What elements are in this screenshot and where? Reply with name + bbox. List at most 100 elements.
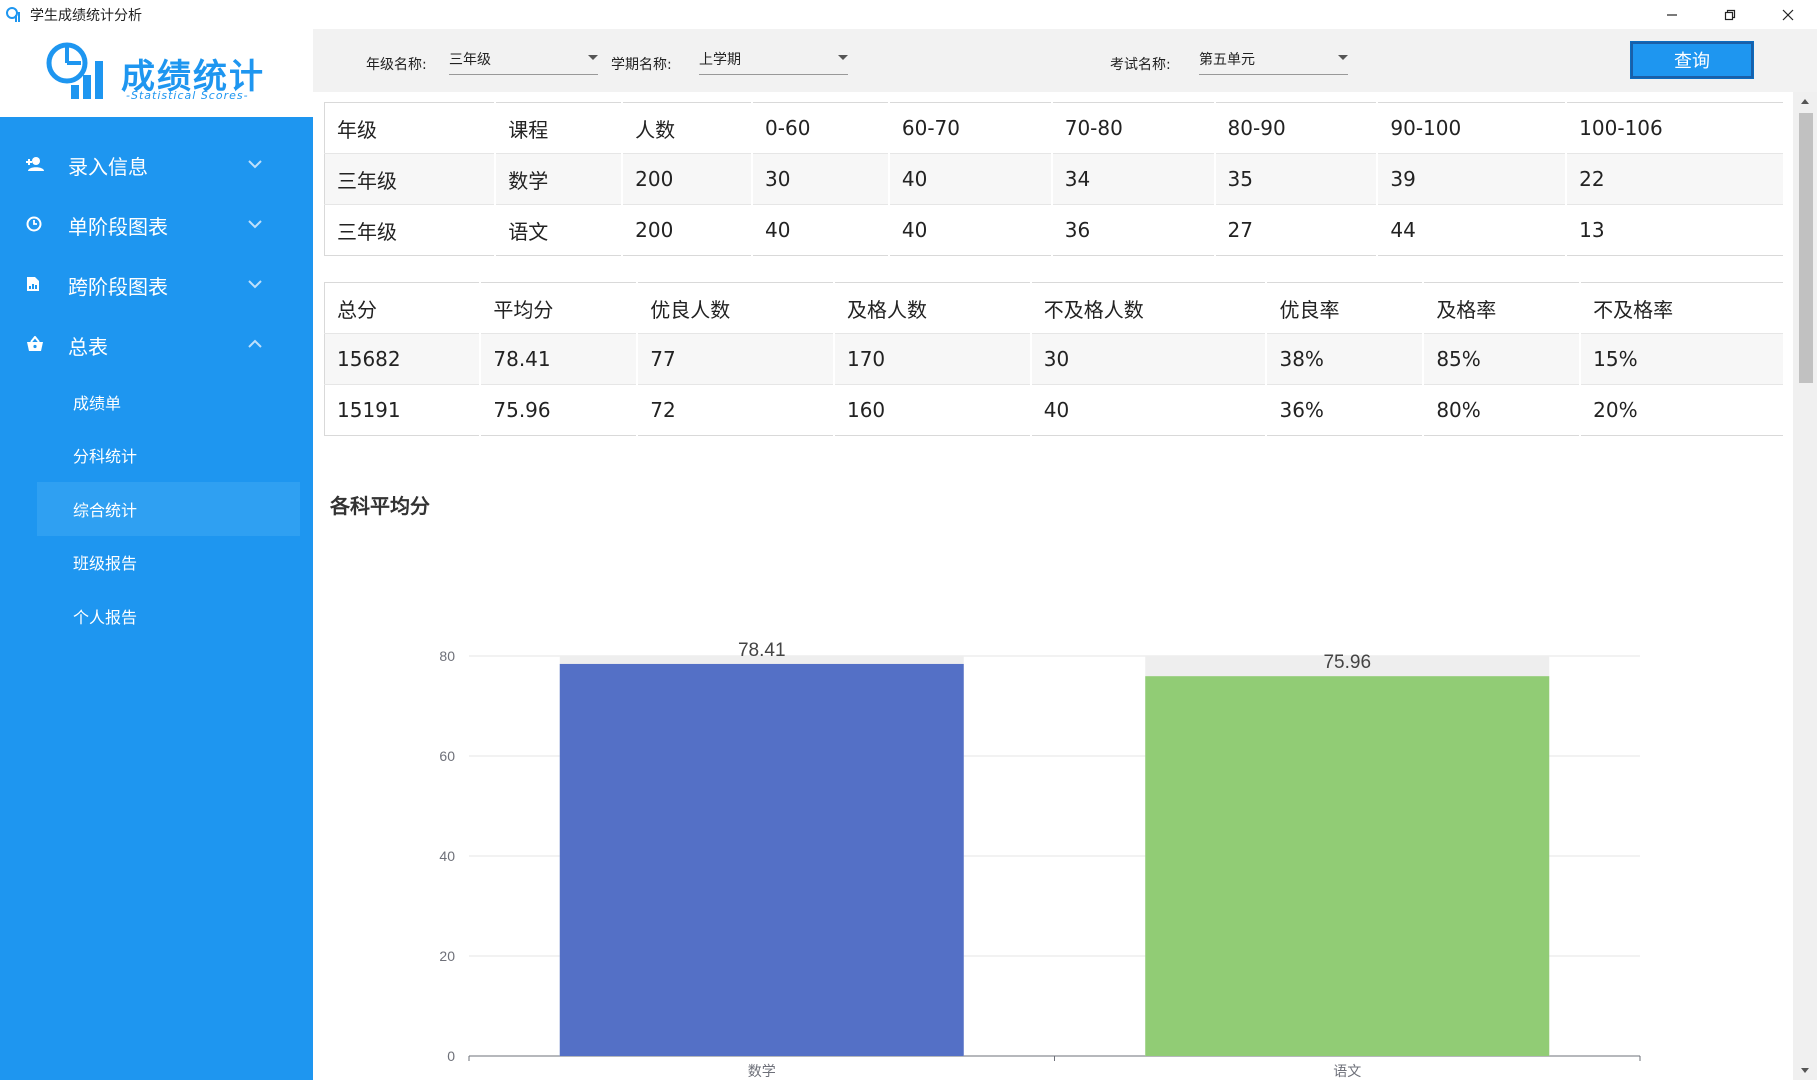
table-cell: 40 [888,153,1053,205]
bar [559,663,964,1056]
table-header-cell: 总分 [324,282,482,334]
minimize-button[interactable] [1643,0,1701,29]
table-cell: 38% [1266,333,1425,385]
restore-button[interactable] [1701,0,1759,29]
chevron-down-icon [248,220,262,229]
score-distribution-table: 年级 课程 人数 0-60 60-70 70-80 80-90 90-100 1… [324,102,1785,256]
file-chart-icon [27,277,39,291]
x-tick-label: 数学 [748,1064,776,1080]
table-cell: 77 [637,333,835,385]
table-cell: 数学 [495,153,624,205]
scroll-down-arrow-icon[interactable] [1801,1068,1809,1073]
bar-value-label: 78.41 [738,640,786,661]
table-cell: 80% [1423,384,1582,436]
sidebar-item-label: 单阶段图表 [68,214,168,239]
table-header-cell: 80-90 [1214,102,1379,154]
y-tick-label: 0 [447,1048,455,1064]
table-header-cell: 不及格率 [1580,282,1785,334]
vertical-scrollbar[interactable] [1793,92,1817,1080]
table-cell: 30 [752,153,890,205]
table-header-cell: 90-100 [1377,102,1568,154]
logo-chart-icon [46,42,103,99]
term-label: 学期名称: [611,57,672,73]
average-score-bar-chart: 0 20 40 60 80 78.41 数学 75.96 语文 [439,640,1641,1080]
table-row[interactable]: 15682 78.41 77 170 30 38% 85% 15% [324,333,1785,385]
table-header-cell: 0-60 [752,102,890,154]
term-select[interactable]: 上学期 [699,45,848,75]
table-cell: 75.96 [480,384,639,436]
app-icon [6,6,20,22]
dropdown-caret-icon [588,55,598,60]
table-row[interactable]: 三年级 数学 200 30 40 34 35 39 22 [324,153,1785,205]
chevron-up-icon [248,339,262,348]
table-cell: 三年级 [324,153,497,205]
table-cell: 40 [1030,384,1268,436]
window-title: 学生成绩统计分析 [30,7,142,24]
sidebar-item-single-stage-chart[interactable]: 单阶段图表 [0,195,313,255]
close-button[interactable] [1759,0,1817,29]
grade-select[interactable]: 三年级 [449,45,598,75]
table-header-cell: 优良人数 [637,282,835,334]
table-cell: 170 [833,333,1032,385]
sidebar-subitem-class-report[interactable]: 班级报告 [0,536,313,590]
table-cell: 44 [1377,204,1568,256]
table-cell: 27 [1214,204,1379,256]
summary-stats-table: 总分 平均分 优良人数 及格人数 不及格人数 优良率 及格率 不及格率 1568… [324,282,1785,436]
sidebar-item-label: 录入信息 [68,154,148,179]
table-row[interactable]: 三年级 语文 200 40 40 36 27 44 13 [324,204,1785,256]
table-cell: 72 [637,384,835,436]
table-cell: 15682 [324,333,482,385]
table-header-cell: 60-70 [888,102,1053,154]
logo-subtitle: -Statistical Scores- [126,89,249,102]
x-tick-label: 语文 [1333,1064,1361,1080]
scroll-up-arrow-icon[interactable] [1801,99,1809,104]
table-header-cell: 及格人数 [833,282,1032,334]
table-cell: 34 [1051,153,1216,205]
basket-icon [27,336,43,351]
table-header-cell: 100-106 [1566,102,1785,154]
sidebar-item-label: 跨阶段图表 [68,274,168,299]
sidebar-subitem-personal-report[interactable]: 个人报告 [0,589,313,643]
restore-icon [1724,9,1736,20]
table-cell: 200 [622,153,754,205]
scrollbar-thumb[interactable] [1799,113,1813,383]
main-content: 年级 课程 人数 0-60 60-70 70-80 80-90 90-100 1… [313,92,1793,1080]
clock-icon [26,216,42,232]
table-header-cell: 人数 [622,102,754,154]
close-icon [1782,9,1794,20]
exam-select[interactable]: 第五单元 [1199,45,1348,75]
grade-label: 年级名称: [366,57,427,73]
table-cell: 78.41 [480,333,639,385]
table-cell: 36 [1051,204,1216,256]
y-tick-label: 80 [439,648,455,664]
chevron-down-icon [248,280,262,289]
dropdown-caret-icon [1338,55,1348,60]
table-header-cell: 课程 [495,102,624,154]
sidebar-subitem-overall-stats[interactable]: 综合统计 [37,482,300,536]
table-header-cell: 70-80 [1051,102,1216,154]
table-cell: 36% [1266,384,1425,436]
chevron-down-icon [248,160,262,169]
window-controls [1643,0,1817,29]
table-row[interactable]: 15191 75.96 72 160 40 36% 80% 20% [324,384,1785,436]
dropdown-caret-icon [838,55,848,60]
table-cell: 30 [1030,333,1268,385]
title-bar: 学生成绩统计分析 [0,0,1817,29]
sidebar-subitem-subject-stats[interactable]: 分科统计 [0,429,313,483]
exam-select-value: 第五单元 [1199,52,1255,68]
sidebar-item-cross-stage-chart[interactable]: 跨阶段图表 [0,255,313,315]
query-button[interactable]: 查询 [1630,41,1754,79]
filter-bar: 年级名称: 三年级 学期名称: 上学期 考试名称: 第五单元 查询 [313,29,1817,92]
term-select-value: 上学期 [699,52,741,68]
table-cell: 15191 [324,384,482,436]
table-cell: 三年级 [324,204,497,256]
sidebar-item-summary[interactable]: 总表 [0,315,313,375]
y-tick-label: 60 [439,748,455,764]
sidebar-item-input-info[interactable]: 录入信息 [0,135,313,195]
table-header-row: 总分 平均分 优良人数 及格人数 不及格人数 优良率 及格率 不及格率 [324,282,1785,334]
sidebar-subitem-report-card[interactable]: 成绩单 [0,375,313,429]
table-header-cell: 不及格人数 [1030,282,1268,334]
sidebar: 成绩统计 -Statistical Scores- 录入信息 单阶段图表 跨阶段… [0,29,313,1080]
table-cell: 39 [1377,153,1568,205]
table-cell: 35 [1214,153,1379,205]
